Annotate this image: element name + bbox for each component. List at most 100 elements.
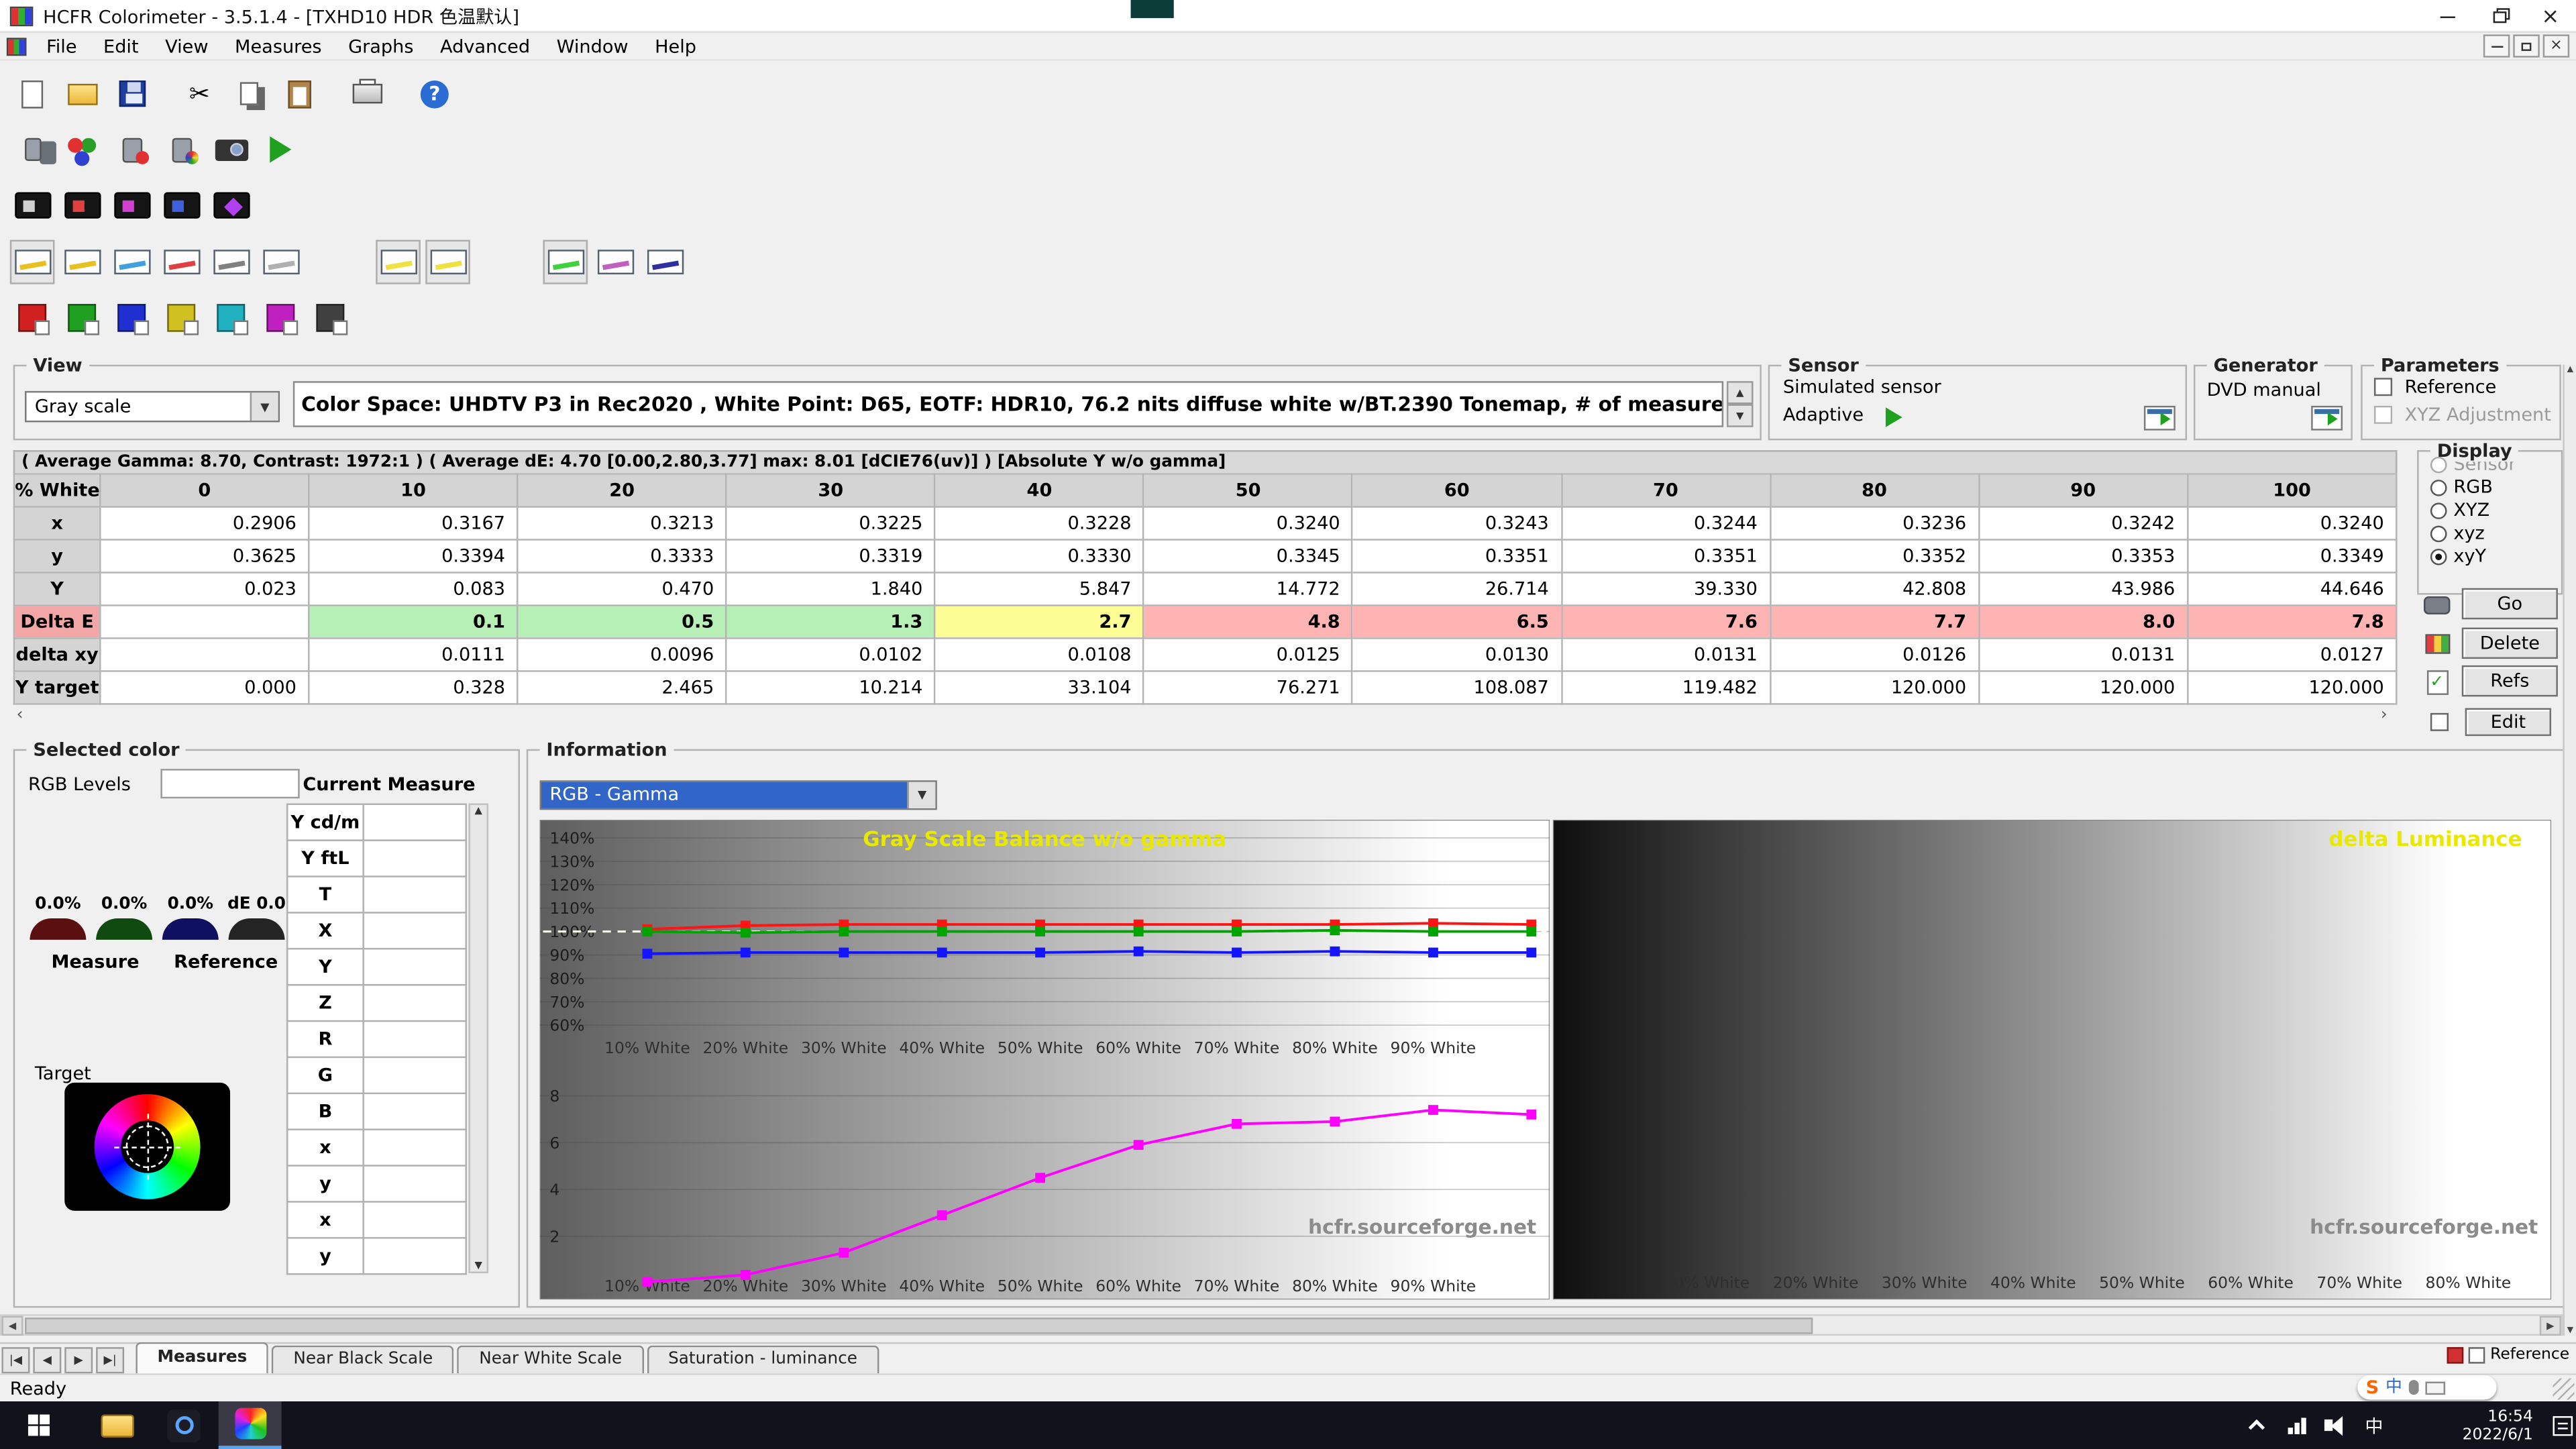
cell-x-80[interactable]: 0.3236 — [1770, 507, 1978, 540]
mdi-close-button[interactable] — [2543, 34, 2569, 57]
nearblack-view-icon[interactable] — [209, 239, 254, 283]
ime-chinese-icon[interactable]: 中 — [2385, 1375, 2402, 1400]
sensor-config-button[interactable] — [2144, 406, 2176, 431]
cell-y-60[interactable]: 26.714 — [1352, 572, 1561, 605]
pinned-app-button[interactable] — [152, 1401, 215, 1449]
menu-window[interactable]: Window — [543, 32, 642, 60]
cell-y-target-20[interactable]: 2.465 — [518, 671, 727, 704]
run-measures-icon[interactable] — [258, 127, 303, 172]
reference-toggle[interactable]: Reference — [2447, 1346, 2569, 1364]
cell-delta-xy-80[interactable]: 0.0126 — [1770, 638, 1978, 671]
restore-button[interactable] — [2473, 0, 2525, 33]
cell-delta-xy-10[interactable]: 0.0111 — [309, 638, 517, 671]
display-option-xyz[interactable]: xyz — [2430, 523, 2561, 544]
cell-y-90[interactable]: 43.986 — [1979, 572, 2188, 605]
rgb-balance-chart-icon[interactable] — [425, 239, 470, 283]
cell-y-target-80[interactable]: 120.000 — [1770, 671, 1978, 704]
chevron-down-icon[interactable] — [250, 392, 278, 421]
reference-checkbox-row[interactable]: Reference — [2374, 376, 2496, 398]
save-icon[interactable] — [109, 72, 154, 116]
cell-y-30[interactable]: 0.3319 — [727, 539, 935, 572]
tab-first-button[interactable] — [1, 1347, 30, 1373]
menu-file[interactable]: File — [33, 32, 90, 60]
measure-secondaries-icon[interactable] — [109, 183, 154, 227]
cell-delta-e-60[interactable]: 6.5 — [1352, 605, 1561, 638]
notification-center-button[interactable] — [2550, 1401, 2576, 1449]
menu-help[interactable]: Help — [641, 32, 709, 60]
saturation-magenta-icon[interactable] — [258, 295, 303, 339]
saturation-green-icon[interactable] — [60, 295, 105, 339]
cell-x-70[interactable]: 0.3244 — [1561, 507, 1770, 540]
cell-x-30[interactable]: 0.3225 — [727, 507, 935, 540]
tab-near-white-scale[interactable]: Near White Scale — [458, 1346, 643, 1374]
cell-y-90[interactable]: 0.3353 — [1979, 539, 2188, 572]
graph-mode-dropdown[interactable]: RGB - Gamma — [540, 780, 937, 810]
measure-colors-icon[interactable] — [159, 183, 204, 227]
cell-delta-xy-40[interactable]: 0.0108 — [935, 638, 1144, 671]
cie-chart-icon[interactable] — [643, 239, 688, 283]
cell-x-60[interactable]: 0.3243 — [1352, 507, 1561, 540]
cell-y-40[interactable]: 0.3330 — [935, 539, 1144, 572]
cell-y-target-70[interactable]: 119.482 — [1561, 671, 1770, 704]
measure-primaries-icon[interactable] — [60, 183, 105, 227]
luminance-view-icon[interactable] — [60, 239, 105, 283]
delete-button[interactable]: Delete — [2462, 628, 2558, 659]
scroll-up-icon[interactable] — [2567, 365, 2574, 375]
cell-y-30[interactable]: 1.840 — [727, 572, 935, 605]
tab-next-button[interactable] — [64, 1347, 93, 1373]
mdi-restore-button[interactable] — [2513, 34, 2539, 57]
cell-delta-e-70[interactable]: 7.6 — [1561, 605, 1770, 638]
sensor-settings-icon[interactable] — [10, 127, 55, 172]
cell-y-target-0[interactable]: 0.000 — [100, 671, 309, 704]
cell-delta-e-100[interactable]: 7.8 — [2188, 605, 2396, 638]
cell-delta-xy-100[interactable]: 0.0127 — [2188, 638, 2396, 671]
cell-delta-xy-20[interactable]: 0.0096 — [518, 638, 727, 671]
paste-icon[interactable] — [276, 72, 321, 116]
hcfr-taskbar-button[interactable] — [219, 1401, 282, 1449]
gamut-view-icon[interactable] — [10, 239, 55, 283]
horizontal-scrollbar[interactable] — [0, 1314, 2563, 1336]
mdi-minimize-button[interactable] — [2483, 34, 2510, 57]
print-icon[interactable] — [344, 72, 389, 116]
saturation-blue-icon[interactable] — [109, 295, 154, 339]
vertical-scrollbar[interactable] — [2563, 365, 2576, 1336]
grayscale-chart-icon[interactable] — [376, 239, 421, 283]
sensor-profile-icon[interactable] — [159, 127, 204, 172]
menu-view[interactable]: View — [152, 32, 221, 60]
edit-checkbox-icon[interactable] — [2430, 711, 2449, 733]
cell-x-0[interactable]: 0.2906 — [100, 507, 309, 540]
cell-delta-xy-0[interactable] — [100, 638, 309, 671]
checkbox-icon[interactable] — [2469, 1346, 2485, 1362]
saturation-yellow-icon[interactable] — [159, 295, 204, 339]
copy-icon[interactable] — [227, 72, 272, 116]
cell-delta-xy-30[interactable]: 0.0102 — [727, 638, 935, 671]
cut-icon[interactable] — [177, 72, 222, 116]
sensor-run-icon[interactable] — [1886, 407, 1902, 427]
cell-y-0[interactable]: 0.3625 — [100, 539, 309, 572]
measure-grayscale-icon[interactable] — [10, 183, 55, 227]
edit-button[interactable]: Edit — [2465, 708, 2551, 737]
cell-y-10[interactable]: 0.083 — [309, 572, 517, 605]
cell-delta-e-90[interactable]: 8.0 — [1979, 605, 2188, 638]
menu-edit[interactable]: Edit — [90, 32, 152, 60]
camera-icon[interactable] — [209, 127, 254, 172]
cell-y-20[interactable]: 0.470 — [518, 572, 727, 605]
cell-x-20[interactable]: 0.3213 — [518, 507, 727, 540]
cell-y-60[interactable]: 0.3351 — [1352, 539, 1561, 572]
close-button[interactable] — [2525, 0, 2576, 33]
tab-prev-button[interactable] — [33, 1347, 61, 1373]
cell-delta-e-80[interactable]: 7.7 — [1770, 605, 1978, 638]
view-mode-dropdown[interactable]: Gray scale — [25, 391, 280, 423]
soft-keyboard-icon[interactable] — [2425, 1381, 2445, 1394]
measure-continuous-icon[interactable] — [209, 183, 254, 227]
display-option-xyy[interactable]: xyY — [2430, 545, 2561, 567]
new-file-icon[interactable] — [10, 72, 55, 116]
minimize-button[interactable] — [2422, 0, 2474, 33]
colortemp-chart-icon[interactable] — [593, 239, 638, 283]
cell-delta-e-50[interactable]: 4.8 — [1144, 605, 1352, 638]
hidden-icons-button[interactable] — [2245, 1401, 2271, 1449]
open-file-icon[interactable] — [60, 72, 105, 116]
ime-indicator[interactable]: 中 — [2357, 1401, 2390, 1449]
scroll-down-icon[interactable] — [2567, 1326, 2574, 1336]
cell-delta-xy-50[interactable]: 0.0125 — [1144, 638, 1352, 671]
